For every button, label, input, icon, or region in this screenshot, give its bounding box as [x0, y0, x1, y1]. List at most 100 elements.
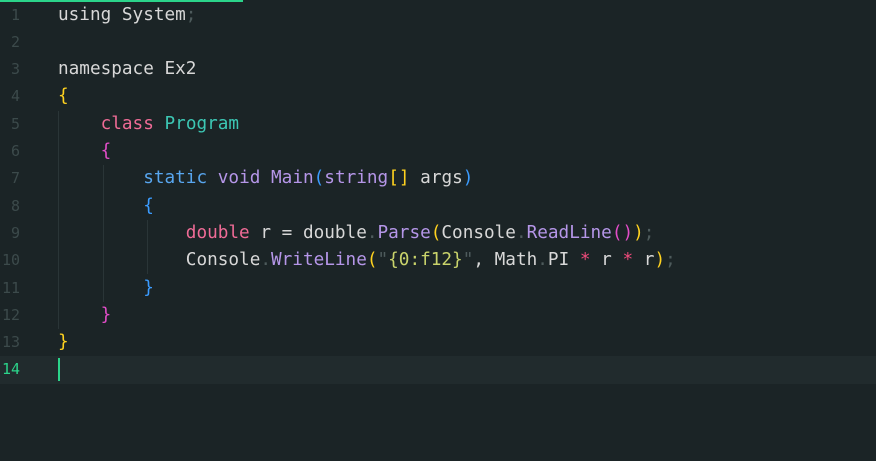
code-line[interactable]: 7 static void Main(string[] args) [0, 165, 876, 192]
code-token: ReadLine [526, 222, 612, 243]
code-token: void [217, 168, 261, 189]
line-number: 4 [10, 87, 20, 106]
indent-guide [58, 110, 59, 330]
code-text[interactable]: } [58, 302, 112, 329]
line-number: 13 [1, 333, 20, 352]
line-number: 5 [10, 114, 20, 133]
code-text[interactable]: } [58, 275, 154, 302]
line-number: 1 [10, 5, 20, 24]
line-number: 6 [10, 142, 20, 160]
code-token: Parse [377, 222, 431, 243]
code-token: { [100, 141, 112, 161]
code-text[interactable]: } [58, 329, 69, 356]
code-line[interactable]: 6 { [0, 138, 876, 165]
code-token: ; [665, 250, 676, 271]
code-token: . [515, 222, 527, 243]
code-text[interactable]: namespace Ex2 [58, 56, 196, 83]
code-token: ) [633, 222, 644, 243]
code-token: args [409, 168, 463, 189]
code-token: ( [313, 168, 325, 189]
line-number: 9 [10, 223, 20, 242]
code-text[interactable]: { [58, 193, 154, 220]
code-token: * [622, 250, 634, 271]
code-token: " [377, 250, 389, 271]
code-token: ) [654, 250, 666, 271]
code-token: PI [547, 250, 580, 271]
code-editor[interactable]: 1 using System; 2 3 namespace Ex2 4{5 class P… [0, 0, 876, 461]
code-text[interactable]: { [58, 83, 69, 110]
code-line[interactable]: 1 using System; [0, 2, 876, 29]
code-token: r [590, 250, 623, 271]
code-token: Console [441, 222, 516, 243]
code-token: { [143, 195, 154, 216]
line-number: 11 [1, 278, 20, 297]
code-token: ; [643, 222, 655, 243]
code-token: ; [185, 4, 197, 25]
code-token: r = double [249, 222, 367, 243]
code-token: namespace Ex2 [58, 59, 197, 80]
text-cursor [58, 358, 60, 382]
code-text[interactable]: Console.WriteLine("{0:f12}", Math.PI * r… [58, 247, 676, 274]
code-token: using System [58, 4, 186, 25]
line-number: 7 [10, 169, 20, 188]
code-token: Program [164, 113, 240, 134]
code-line[interactable]: 14 [0, 356, 876, 384]
code-line[interactable]: 13} [0, 329, 876, 356]
code-line[interactable]: 12 } [0, 302, 876, 329]
code-token: ( [366, 250, 378, 271]
code-token: Console [185, 250, 261, 271]
code-line[interactable]: 5 class Program [0, 111, 876, 138]
code-line[interactable]: 11 } [0, 275, 876, 302]
code-line[interactable]: 4{ [0, 83, 876, 110]
code-token: static [143, 168, 208, 189]
code-token: r [633, 250, 655, 271]
code-token: " [462, 250, 474, 271]
code-token: , Math [473, 250, 538, 271]
code-text[interactable]: class Program [58, 111, 239, 138]
code-token: . [537, 250, 548, 271]
code-text[interactable]: using System; [58, 2, 196, 29]
code-token: [] [388, 168, 410, 189]
code-token: string [324, 168, 389, 189]
line-number: 10 [1, 251, 20, 270]
code-text[interactable]: { [58, 138, 112, 165]
line-number: 12 [1, 305, 20, 324]
code-token: class [100, 113, 154, 134]
code-token: } [58, 332, 69, 353]
code-text[interactable]: static void Main(string[] args) [58, 165, 473, 192]
code-line[interactable]: 10 Console.WriteLine("{0:f12}", Math.PI … [0, 247, 876, 274]
code-line[interactable]: 2 [0, 29, 876, 56]
line-number: 2 [10, 32, 20, 51]
line-number: 8 [10, 196, 20, 215]
code-token: { [58, 86, 69, 107]
code-token: * [579, 250, 591, 271]
code-token: () [611, 222, 634, 243]
code-token: } [143, 277, 154, 298]
code-token: Main [271, 168, 314, 189]
code-line[interactable]: 3 namespace Ex2 [0, 56, 876, 83]
code-line[interactable]: 9 double r = double.Parse(Console.ReadLi… [0, 220, 876, 247]
code-token: } [100, 304, 112, 325]
line-number: 14 [1, 360, 20, 379]
code-token: double [185, 222, 250, 243]
code-line[interactable]: 8 { [0, 193, 876, 220]
line-number: 3 [10, 60, 20, 79]
code-token: {0:f12} [388, 250, 463, 271]
code-token: . [260, 250, 271, 271]
code-token: WriteLine [271, 250, 367, 271]
indent-guide [103, 165, 104, 302]
code-token: ) [462, 168, 474, 189]
code-token: . [366, 222, 378, 243]
code-token: ( [430, 222, 442, 243]
